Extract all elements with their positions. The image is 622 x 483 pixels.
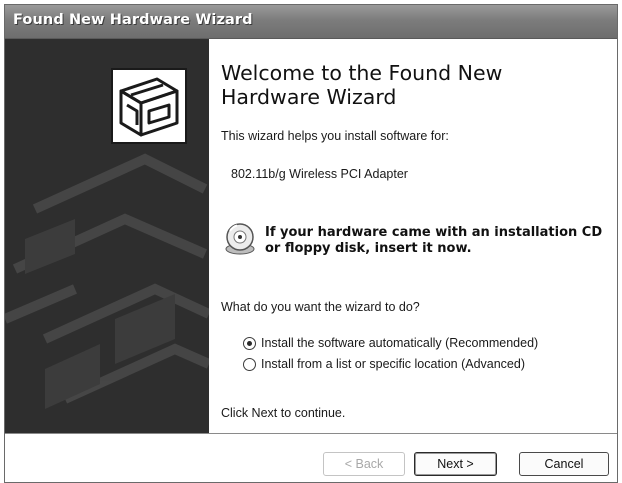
radio-advanced[interactable] — [243, 357, 256, 371]
title-bar[interactable]: Found New Hardware Wizard — [5, 5, 617, 39]
button-bar: < Back Next > Cancel — [5, 433, 617, 482]
hardware-box-icon — [111, 68, 187, 144]
intro-text: This wizard helps you install software f… — [221, 129, 449, 143]
next-button[interactable]: Next > — [414, 452, 497, 476]
footer-text: Click Next to continue. — [221, 406, 346, 420]
device-name: 802.11b/g Wireless PCI Adapter — [231, 167, 408, 181]
radio-automatic[interactable] — [243, 336, 256, 350]
back-button[interactable]: < Back — [323, 452, 405, 476]
option-automatic-label: Install the software automatically (Reco… — [261, 336, 539, 350]
wizard-side-panel — [5, 39, 209, 433]
option-advanced[interactable]: Install from a list or specific location… — [243, 355, 525, 373]
wizard-content: Welcome to the Found New Hardware Wizard… — [209, 39, 617, 433]
window-title: Found New Hardware Wizard — [13, 12, 253, 28]
wizard-window: Found New Hardware Wizard Welcome to the… — [4, 4, 618, 483]
page-title: Welcome to the Found New Hardware Wizard — [221, 61, 503, 109]
side-panel-artwork — [5, 68, 209, 409]
cd-note: If your hardware came with an installati… — [265, 225, 602, 257]
question-text: What do you want the wizard to do? — [221, 300, 420, 314]
cd-disk-icon — [225, 223, 255, 255]
option-advanced-label: Install from a list or specific location… — [261, 357, 525, 371]
cancel-button[interactable]: Cancel — [519, 452, 609, 476]
cd-note-line-1: If your hardware came with an installati… — [265, 225, 603, 240]
option-automatic[interactable]: Install the software automatically (Reco… — [243, 334, 538, 352]
cd-note-line-2: or floppy disk, insert it now. — [265, 241, 472, 256]
